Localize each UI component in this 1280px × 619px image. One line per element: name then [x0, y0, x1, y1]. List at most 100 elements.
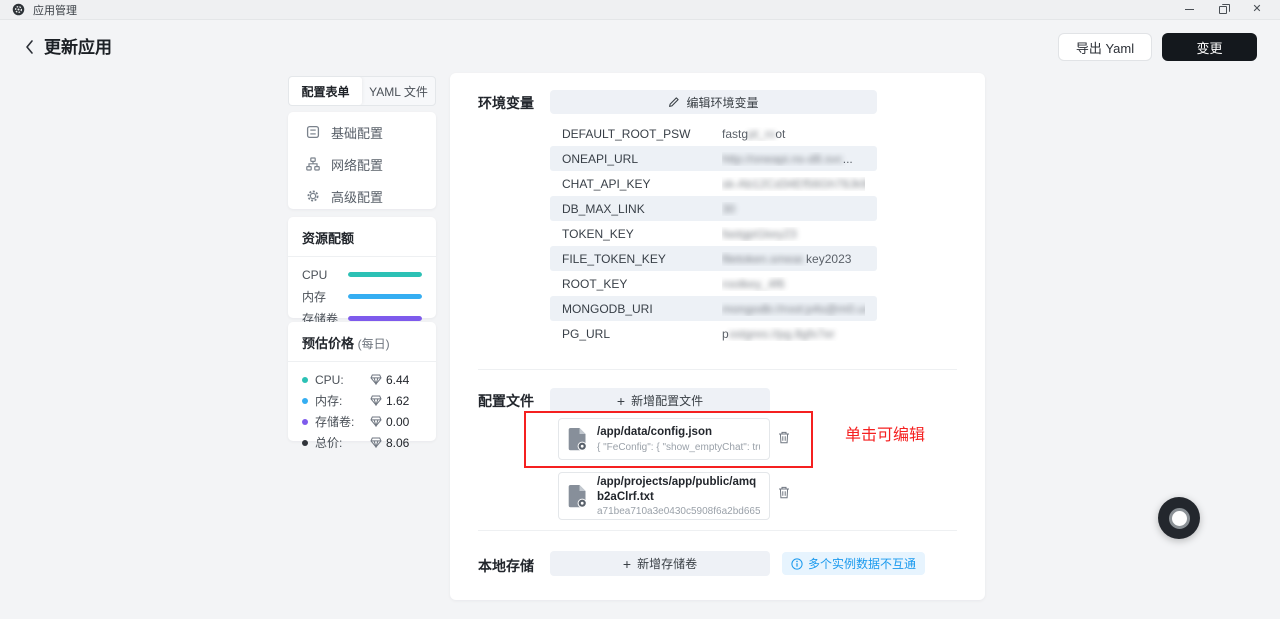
env-row[interactable]: DEFAULT_ROOT_PSW fastgpt_root — [550, 121, 877, 146]
env-row[interactable]: ROOT_KEY rootkey_4f6 — [550, 271, 877, 296]
file-gear-icon — [568, 484, 588, 509]
back-button[interactable] — [20, 38, 38, 56]
env-value: sk-Ab12Cd34Ef56Gh78Jk90x — [722, 177, 865, 191]
sidebar-item-basic-config[interactable]: 基础配置 — [288, 118, 436, 146]
delete-config-file-button[interactable] — [776, 429, 792, 445]
env-row[interactable]: TOKEN_KEY fastgpt1key23 — [550, 221, 877, 246]
quota-bar-fill — [348, 294, 422, 299]
coin-icon — [370, 395, 382, 406]
price-row: 存储卷: 0.00 — [288, 411, 436, 432]
sidebar-item-label: 基础配置 — [331, 123, 383, 142]
add-storage-volume-button[interactable]: + 新增存储卷 — [550, 551, 770, 576]
quota-bar-track — [348, 294, 422, 299]
env-key: TOKEN_KEY — [562, 227, 722, 241]
restore-button[interactable] — [1208, 1, 1238, 19]
env-value: filetoken.smear.key2023 — [722, 252, 865, 266]
env-row[interactable]: MONGODB_URI mongodb://root:p4s@m0.usr — [550, 296, 877, 321]
price-row: 总价: 8.06 — [288, 432, 436, 453]
storage-notice-badge: 多个实例数据不互通 — [782, 552, 925, 575]
coin-icon — [370, 374, 382, 385]
price-dot — [302, 377, 308, 383]
env-key: MONGODB_URI — [562, 302, 722, 316]
price-dot — [302, 440, 308, 446]
env-table: DEFAULT_ROOT_PSW fastgpt_root ONEAPI_URL… — [550, 121, 877, 346]
change-button[interactable]: 变更 — [1162, 33, 1257, 61]
quota-list: CPU 内存 存储卷 — [288, 257, 436, 329]
env-key: CHAT_API_KEY — [562, 177, 722, 191]
env-row[interactable]: FILE_TOKEN_KEY filetoken.smear.key2023 — [550, 246, 877, 271]
env-key: DEFAULT_ROOT_PSW — [562, 127, 722, 141]
config-file-item-json[interactable]: /app/data/config.json { "FeConfig": { "s… — [558, 418, 770, 460]
env-value: mongodb://root:p4s@m0.usr — [722, 302, 865, 316]
config-file-item-txt[interactable]: /app/projects/app/public/amqb2aClrf.txt … — [558, 472, 770, 520]
tab-item[interactable]: 配置表单 — [289, 77, 362, 105]
update-app-form: 环境变量 编辑环境变量 DEFAULT_ROOT_PSW fastgpt_roo… — [450, 73, 985, 600]
price-row: CPU: 6.44 — [288, 369, 436, 390]
env-value: fastgpt1key23 — [722, 227, 865, 241]
trash-icon — [778, 431, 790, 444]
env-value: http://oneapi.ns-d8.svc... — [722, 152, 865, 166]
file-preview: { "FeConfig": { "show_emptyChat": true, … — [597, 442, 760, 453]
file-gear-icon — [568, 427, 588, 452]
coin-icon — [370, 437, 382, 448]
price-dot — [302, 419, 308, 425]
env-value: fastgpt_root — [722, 127, 865, 141]
quota-row: 内存 — [288, 286, 436, 307]
quota-bar-track — [348, 316, 422, 321]
estimated-price-card: 预估价格 (每日) CPU: 6.44 内存: 1.62 存储卷: 0.00 — [288, 322, 436, 441]
network-icon — [306, 157, 320, 171]
plus-icon: + — [617, 394, 625, 408]
file-preview: a71bea710a3e0430c5908f6a2bd66526 — [597, 506, 760, 517]
file-path: /app/projects/app/public/amqb2aClrf.txt — [597, 475, 760, 504]
delete-config-file-button[interactable] — [776, 484, 792, 500]
env-row[interactable]: CHAT_API_KEY sk-Ab12Cd34Ef56Gh78Jk90x — [550, 171, 877, 196]
quota-bar-fill — [348, 272, 422, 277]
env-row[interactable]: DB_MAX_LINK 30 — [550, 196, 877, 221]
env-key: ROOT_KEY — [562, 277, 722, 291]
trash-icon — [778, 486, 790, 499]
price-list: CPU: 6.44 内存: 1.62 存储卷: 0.00 总价: — [288, 362, 436, 453]
price-title: 预估价格 — [302, 336, 354, 351]
sidebar-item-label: 高级配置 — [331, 187, 383, 206]
pencil-icon — [668, 96, 680, 108]
coin-icon — [370, 416, 382, 427]
page-header: 更新应用 导出 Yaml 变更 — [0, 20, 1280, 70]
export-yaml-button[interactable]: 导出 Yaml — [1058, 33, 1152, 61]
edit-env-button[interactable]: 编辑环境变量 — [550, 90, 877, 114]
tab-item[interactable]: YAML 文件 — [362, 77, 435, 105]
env-key: PG_URL — [562, 327, 722, 341]
window-titlebar: 应用管理 ✕ — [0, 0, 1280, 20]
price-row: 内存: 1.62 — [288, 390, 436, 411]
env-row[interactable]: PG_URL postgres://pg.8gfx7er — [550, 321, 877, 346]
annotation-text: 单击可编辑 — [845, 421, 925, 445]
gear-icon — [306, 189, 320, 203]
plus-icon: + — [623, 557, 631, 571]
env-value: rootkey_4f6 — [722, 277, 865, 291]
sidebar-item-label: 网络配置 — [331, 155, 383, 174]
section-divider — [478, 530, 957, 531]
quota-title: 资源配额 — [288, 217, 436, 257]
section-divider — [478, 369, 957, 370]
config-files-section-label: 配置文件 — [478, 391, 534, 411]
sidebar-item-advanced-config[interactable]: 高级配置 — [288, 182, 436, 210]
env-row[interactable]: ONEAPI_URL http://oneapi.ns-d8.svc... — [550, 146, 877, 171]
resource-quota-card: 资源配额 CPU 内存 存储卷 — [288, 217, 436, 318]
floating-assistant-button[interactable] — [1158, 497, 1200, 539]
quota-bar-fill — [348, 316, 422, 321]
info-icon — [791, 558, 803, 570]
add-config-file-button[interactable]: + 新增配置文件 — [550, 388, 770, 413]
env-key: ONEAPI_URL — [562, 152, 722, 166]
env-section-label: 环境变量 — [478, 93, 534, 113]
config-mode-tabs: 配置表单YAML 文件 — [288, 76, 436, 106]
quota-row: CPU — [288, 264, 436, 285]
price-unit: (每日) — [358, 337, 390, 351]
minimize-button[interactable] — [1174, 1, 1204, 19]
close-button[interactable]: ✕ — [1242, 1, 1272, 19]
form-icon — [306, 125, 320, 139]
file-path: /app/data/config.json — [597, 425, 760, 439]
quota-bar-track — [348, 272, 422, 277]
sidebar-item-network-config[interactable]: 网络配置 — [288, 150, 436, 178]
local-storage-section-label: 本地存储 — [478, 556, 534, 576]
app-title: 应用管理 — [33, 2, 77, 18]
floating-assistant-inner-ring — [1169, 508, 1190, 529]
